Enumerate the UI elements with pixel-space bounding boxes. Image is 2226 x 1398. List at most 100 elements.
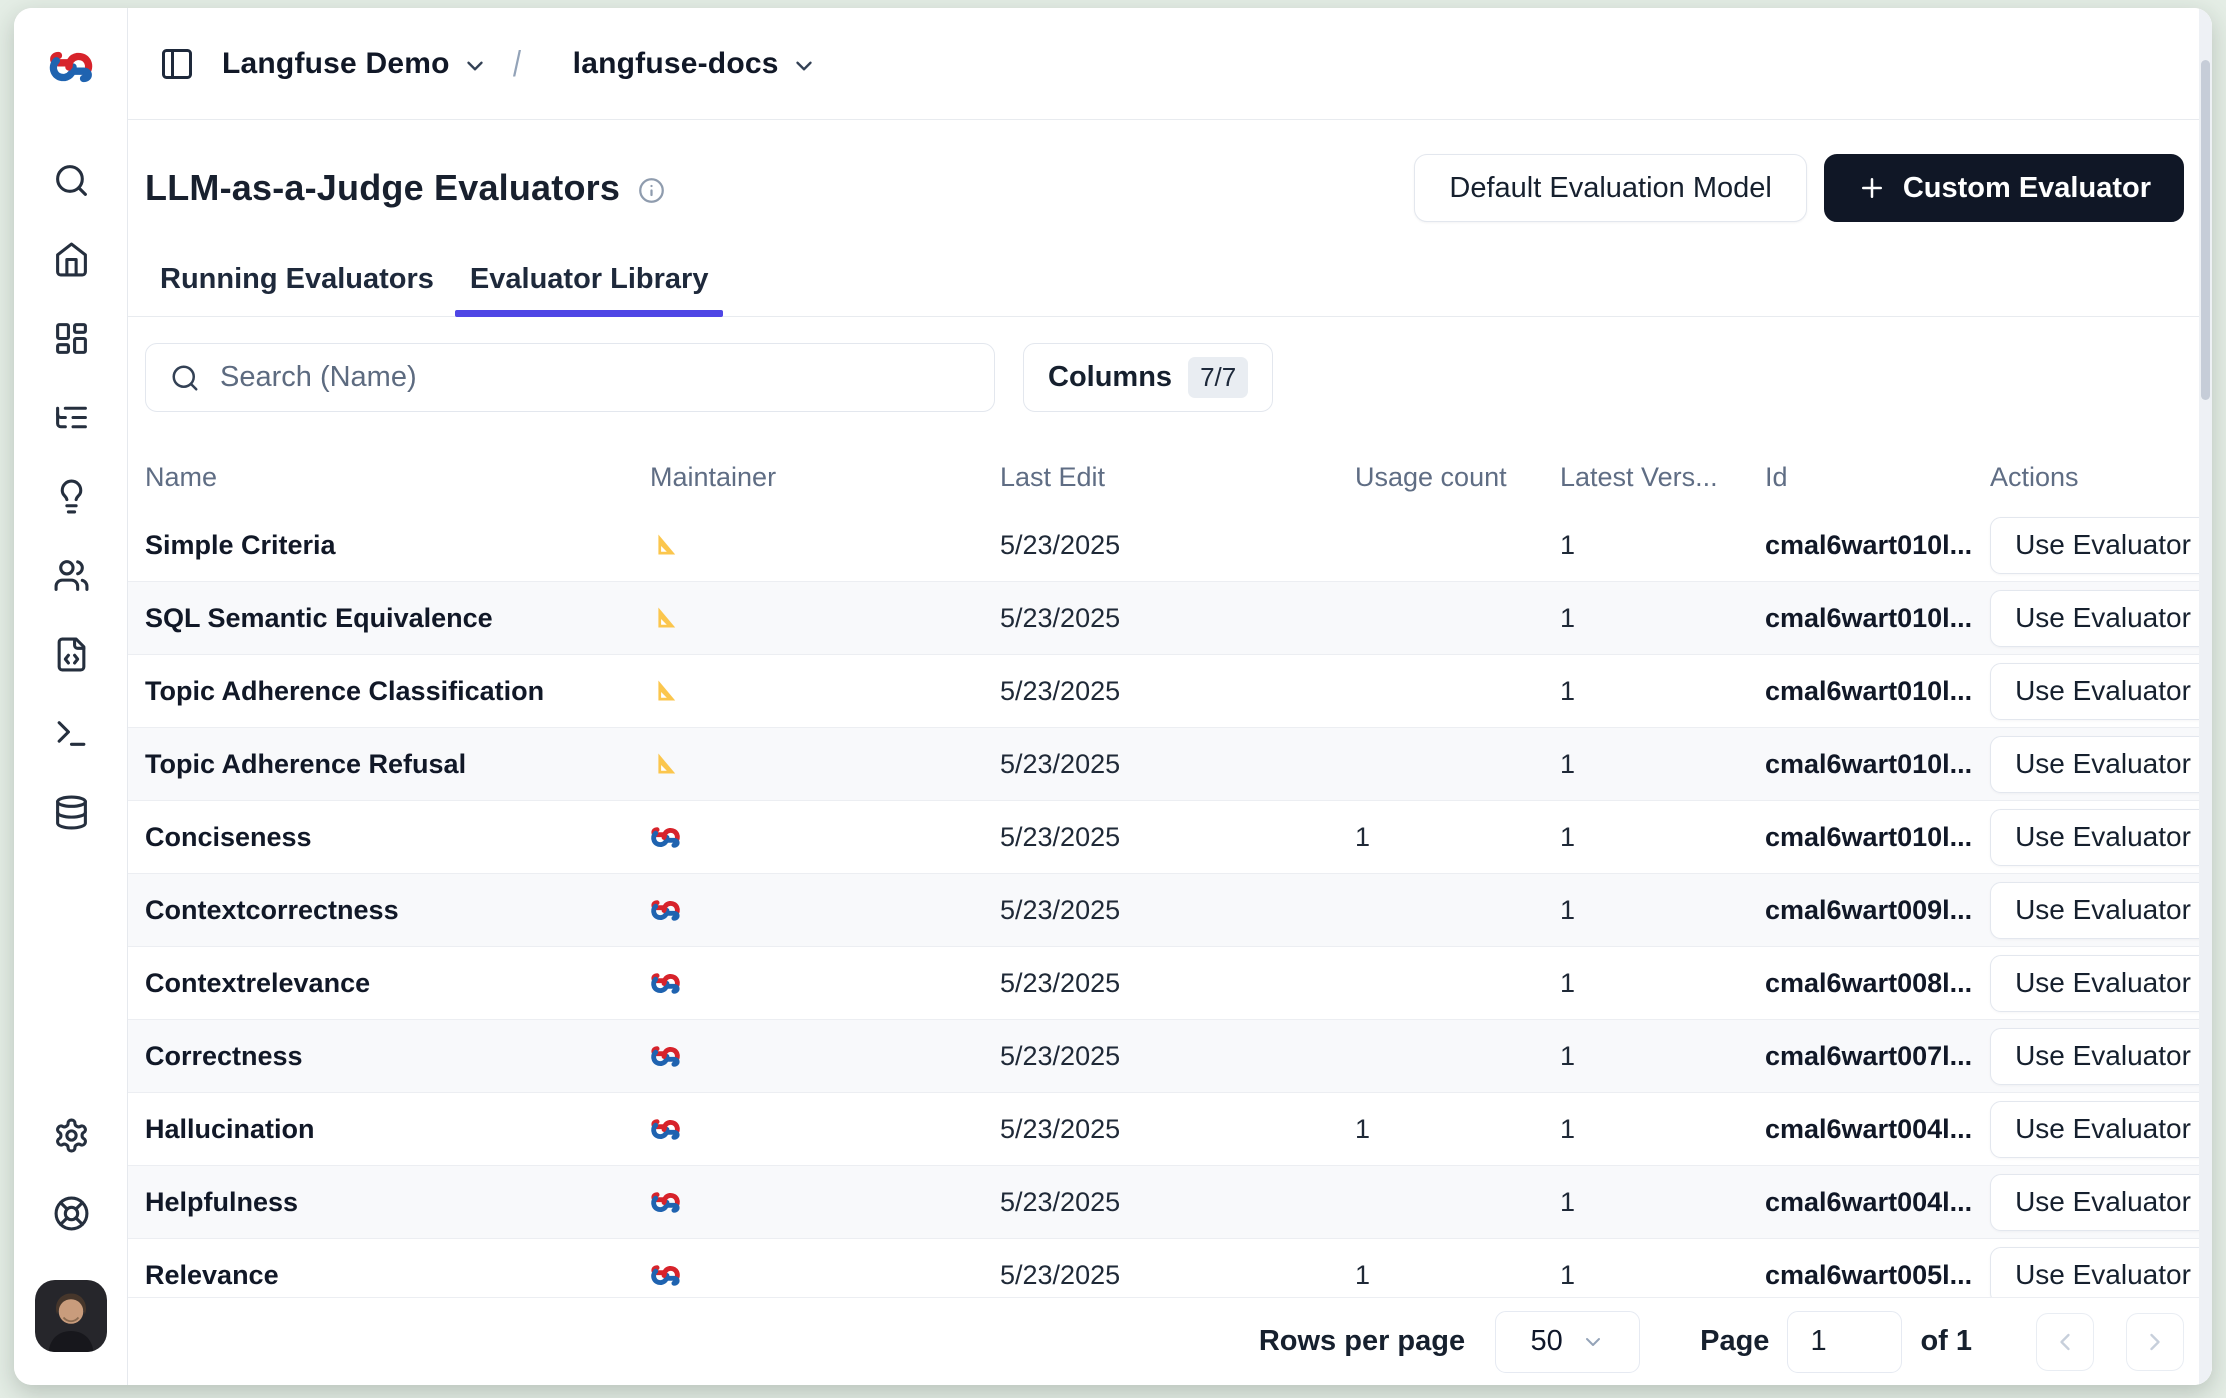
table-row[interactable]: Conciseness 5/23/2025 1 1 cmal6wart010l.… <box>128 801 2212 874</box>
use-evaluator-button[interactable]: Use Evaluator <box>1990 809 2212 866</box>
latest-version: 1 <box>1560 895 1765 926</box>
page-title: LLM-as-a-Judge Evaluators <box>145 167 620 209</box>
table-row[interactable]: SQL Semantic Equivalence 5/23/2025 1 cma… <box>128 582 2212 655</box>
org-switcher[interactable]: Langfuse Demo <box>222 47 488 81</box>
column-header-name[interactable]: Name <box>145 462 650 493</box>
last-edit-date: 5/23/2025 <box>1000 968 1355 999</box>
latest-version: 1 <box>1560 1187 1765 1218</box>
info-icon[interactable] <box>638 177 665 204</box>
custom-evaluator-label: Custom Evaluator <box>1903 172 2151 205</box>
usage-count: 1 <box>1355 1114 1560 1145</box>
evaluator-id: cmal6wart004l... <box>1765 1114 1990 1145</box>
last-edit-date: 5/23/2025 <box>1000 1041 1355 1072</box>
use-evaluator-button[interactable]: Use Evaluator <box>1990 1247 2212 1304</box>
evaluator-id: cmal6wart010l... <box>1765 676 1990 707</box>
sidebar-toggle-icon[interactable] <box>159 46 195 82</box>
avatar[interactable] <box>35 1280 107 1352</box>
main-area: Langfuse Demo / langfuse-docs LLM-as-a-J… <box>128 8 2212 1385</box>
page-label: Page <box>1700 1325 1769 1358</box>
latest-version: 1 <box>1560 822 1765 853</box>
use-evaluator-button[interactable]: Use Evaluator <box>1990 663 2212 720</box>
table-row[interactable]: Helpfulness 5/23/2025 1 cmal6wart004l...… <box>128 1166 2212 1239</box>
evaluator-id: cmal6wart010l... <box>1765 603 1990 634</box>
last-edit-date: 5/23/2025 <box>1000 603 1355 634</box>
evaluator-name: SQL Semantic Equivalence <box>145 603 650 634</box>
use-evaluator-button[interactable]: Use Evaluator <box>1990 736 2212 793</box>
search-icon[interactable] <box>53 162 90 199</box>
list-tree-icon[interactable] <box>53 399 90 436</box>
langfuse-logo-icon[interactable] <box>14 48 128 86</box>
evaluator-id: cmal6wart008l... <box>1765 968 1990 999</box>
latest-version: 1 <box>1560 1260 1765 1291</box>
table-row[interactable]: Simple Criteria 5/23/2025 1 cmal6wart010… <box>128 509 2212 582</box>
use-evaluator-button[interactable]: Use Evaluator <box>1990 1174 2212 1231</box>
table-row[interactable]: Contextcorrectness 5/23/2025 1 cmal6wart… <box>128 874 2212 947</box>
usage-count: 1 <box>1355 1260 1560 1291</box>
use-evaluator-button[interactable]: Use Evaluator <box>1990 1101 2212 1158</box>
desktop-background: { "topbar": { "org": "Langfuse Demo", "s… <box>0 0 2226 1398</box>
last-edit-date: 5/23/2025 <box>1000 749 1355 780</box>
users-icon[interactable] <box>53 557 90 594</box>
project-switcher[interactable]: langfuse-docs <box>573 47 817 81</box>
use-evaluator-button[interactable]: Use Evaluator <box>1990 955 2212 1012</box>
page-of-label: of 1 <box>1920 1325 1972 1358</box>
scrollbar-thumb[interactable] <box>2201 60 2210 400</box>
column-header-latest-version[interactable]: Latest Vers... <box>1560 462 1765 493</box>
langfuse-logo-icon <box>650 895 1000 926</box>
dashboard-icon[interactable] <box>53 320 90 357</box>
table-row[interactable]: Contextrelevance 5/23/2025 1 cmal6wart00… <box>128 947 2212 1020</box>
vertical-scrollbar[interactable] <box>2199 8 2212 1385</box>
table-row[interactable]: Topic Adherence Refusal 5/23/2025 1 cmal… <box>128 728 2212 801</box>
settings-icon[interactable] <box>14 1117 128 1154</box>
chevron-left-icon <box>2051 1328 2079 1356</box>
home-icon[interactable] <box>53 241 90 278</box>
search-input[interactable] <box>220 361 970 394</box>
latest-version: 1 <box>1560 1041 1765 1072</box>
table-row[interactable]: Topic Adherence Classification 5/23/2025… <box>128 655 2212 728</box>
rows-per-page-select[interactable]: 50 <box>1495 1311 1640 1373</box>
table-row[interactable]: Hallucination 5/23/2025 1 1 cmal6wart004… <box>128 1093 2212 1166</box>
terminal-icon[interactable] <box>53 715 90 752</box>
table-toolbar: Columns 7/7 <box>145 343 2195 412</box>
evaluator-id: cmal6wart010l... <box>1765 822 1990 853</box>
column-header-last-edit[interactable]: Last Edit <box>1000 462 1355 493</box>
page-number-input[interactable] <box>1787 1311 1902 1373</box>
database-icon[interactable] <box>53 794 90 831</box>
search-box <box>145 343 995 412</box>
chevron-down-icon <box>791 53 817 79</box>
table-header-row: Name Maintainer Last Edit Usage count La… <box>128 445 2212 509</box>
use-evaluator-button[interactable]: Use Evaluator <box>1990 590 2212 647</box>
langfuse-logo-icon <box>650 968 1000 999</box>
latest-version: 1 <box>1560 530 1765 561</box>
previous-page-button[interactable] <box>2036 1313 2094 1371</box>
evaluator-id: cmal6wart005l... <box>1765 1260 1990 1291</box>
latest-version: 1 <box>1560 749 1765 780</box>
last-edit-date: 5/23/2025 <box>1000 1187 1355 1218</box>
lightbulb-icon[interactable] <box>53 478 90 515</box>
latest-version: 1 <box>1560 603 1765 634</box>
evaluator-name: Conciseness <box>145 822 650 853</box>
tab-evaluator-library[interactable]: Evaluator Library <box>455 262 724 316</box>
file-code-icon[interactable] <box>53 636 90 673</box>
next-page-button[interactable] <box>2126 1313 2184 1371</box>
evaluator-name: Topic Adherence Classification <box>145 676 650 707</box>
lifebuoy-icon[interactable] <box>14 1195 128 1232</box>
columns-button[interactable]: Columns 7/7 <box>1023 343 1273 412</box>
use-evaluator-button[interactable]: Use Evaluator <box>1990 517 2212 574</box>
column-header-id[interactable]: Id <box>1765 462 1990 493</box>
table-row[interactable]: Correctness 5/23/2025 1 cmal6wart007l...… <box>128 1020 2212 1093</box>
latest-version: 1 <box>1560 968 1765 999</box>
evaluator-id: cmal6wart009l... <box>1765 895 1990 926</box>
evaluator-id: cmal6wart004l... <box>1765 1187 1990 1218</box>
column-header-usage-count[interactable]: Usage count <box>1355 462 1560 493</box>
custom-evaluator-button[interactable]: Custom Evaluator <box>1824 154 2184 222</box>
langfuse-logo-icon <box>650 1041 1000 1072</box>
last-edit-date: 5/23/2025 <box>1000 895 1355 926</box>
rows-per-page-label: Rows per page <box>1259 1325 1465 1358</box>
use-evaluator-button[interactable]: Use Evaluator <box>1990 882 2212 939</box>
default-evaluation-model-button[interactable]: Default Evaluation Model <box>1414 154 1806 222</box>
use-evaluator-button[interactable]: Use Evaluator <box>1990 1028 2212 1085</box>
column-header-maintainer[interactable]: Maintainer <box>650 462 1000 493</box>
langfuse-app-window: Langfuse Demo / langfuse-docs LLM-as-a-J… <box>14 8 2212 1385</box>
tab-running-evaluators[interactable]: Running Evaluators <box>145 262 449 316</box>
